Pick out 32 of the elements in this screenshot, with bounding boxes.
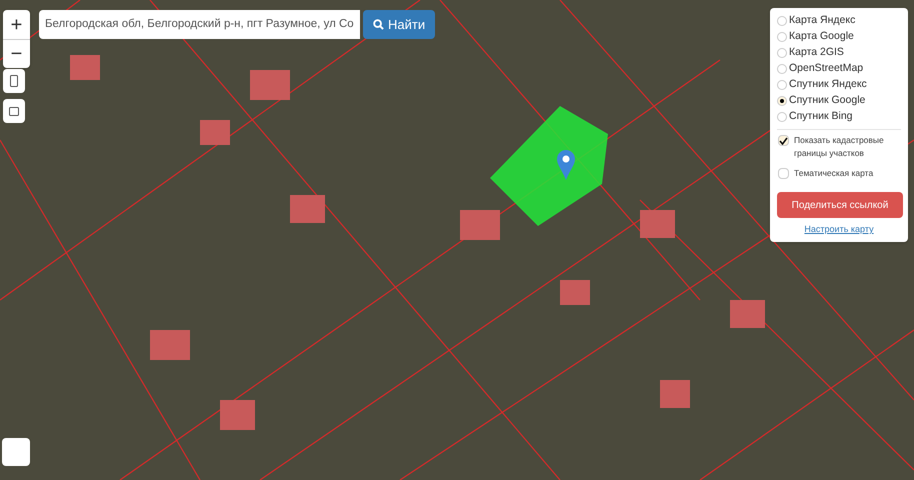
option-checkbox-row[interactable]: Показать кадастровые границы участков — [778, 134, 901, 160]
radio-button[interactable] — [777, 48, 787, 58]
location-pin-icon[interactable] — [557, 150, 575, 180]
option-checkbox-row[interactable]: Тематическая карта — [778, 167, 901, 180]
radio-button[interactable] — [777, 32, 787, 42]
tablet-icon — [9, 106, 19, 116]
search-icon — [373, 19, 384, 30]
tool-button[interactable] — [3, 99, 25, 123]
configure-map-link[interactable]: Настроить карту — [804, 223, 874, 236]
map-layer-option[interactable]: Карта Google — [777, 29, 901, 45]
zoom-out-button[interactable]: − — [3, 39, 30, 68]
map-layer-option[interactable]: Спутник Яндекс — [777, 77, 901, 93]
address-search-field[interactable]: Белгородская обл, Белгородский р-н, пгт Разумное, ул Со — [39, 10, 360, 39]
map-layer-option[interactable]: Спутник Google — [777, 93, 901, 109]
map-layer-option[interactable]: Карта Яндекс — [777, 13, 901, 29]
tool-button[interactable] — [3, 69, 25, 93]
radio-button[interactable] — [777, 112, 787, 122]
search-button[interactable]: Найти — [363, 10, 436, 39]
checkbox[interactable] — [778, 135, 789, 146]
map-layer-option[interactable]: OpenStreetMap — [777, 61, 901, 77]
phone-icon — [10, 75, 18, 87]
radio-button[interactable] — [777, 64, 787, 74]
map-control-button[interactable] — [2, 438, 30, 466]
radio-button[interactable] — [777, 16, 787, 26]
map-layer-option[interactable]: Карта 2GIS — [777, 45, 901, 61]
zoom-in-button[interactable]: + — [3, 10, 30, 39]
checkmark-icon — [779, 136, 788, 144]
share-link-button[interactable]: Поделиться ссылкой — [777, 192, 903, 218]
radio-button[interactable] — [777, 80, 787, 90]
map-layer-option[interactable]: Спутник Bing — [777, 109, 901, 125]
radio-button[interactable] — [777, 96, 787, 106]
checkbox[interactable] — [778, 168, 789, 179]
